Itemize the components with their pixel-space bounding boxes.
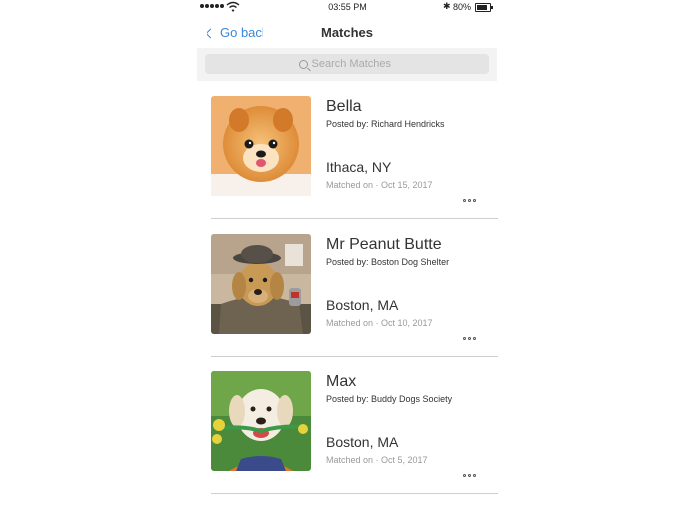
status-time: 03:55 PM	[328, 2, 367, 12]
match-location: Ithaca, NY	[326, 159, 392, 175]
divider	[211, 218, 498, 219]
more-options-icon[interactable]	[463, 337, 476, 340]
navigation-bar: Go back Matches	[197, 18, 497, 48]
match-card[interactable]: Max Posted by: Buddy Dogs Society Boston…	[211, 371, 498, 509]
battery-icon	[475, 3, 493, 12]
match-location: Boston, MA	[326, 434, 399, 450]
match-card[interactable]: Bella Posted by: Richard Hendricks Ithac…	[211, 96, 498, 234]
battery-percent: 80%	[453, 2, 472, 12]
match-date: Matched on · Oct 15, 2017	[326, 180, 433, 190]
bluetooth-icon: ✱	[443, 1, 451, 11]
match-name: Mr Peanut Butter	[326, 236, 441, 253]
match-name: Max	[326, 373, 357, 390]
match-card[interactable]: Mr Peanut Butter Posted by: Boston Dog S…	[211, 234, 498, 372]
puppy-with-toy-photo[interactable]	[211, 371, 311, 471]
labrador-in-hat-photo[interactable]	[211, 234, 311, 334]
match-posted-by: Posted by: Richard Hendricks	[326, 119, 445, 129]
match-location: Boston, MA	[326, 297, 399, 313]
match-name: Bella	[326, 98, 362, 115]
divider	[211, 356, 498, 357]
pomeranian-photo[interactable]	[211, 96, 311, 196]
search-icon	[298, 59, 308, 69]
match-posted-by: Posted by: Boston Dog Shelter	[326, 257, 450, 267]
more-options-icon[interactable]	[463, 474, 476, 477]
match-date: Matched on · Oct 10, 2017	[326, 318, 433, 328]
page-title: Matches	[320, 25, 374, 40]
status-bar: 03:55 PM ✱ 80%	[0, 0, 695, 16]
match-posted-by: Posted by: Buddy Dogs Society	[326, 394, 453, 404]
more-options-icon[interactable]	[463, 199, 476, 202]
match-date: Matched on · Oct 5, 2017	[326, 455, 428, 465]
search-input[interactable]	[311, 58, 396, 70]
search-bar-container	[197, 48, 497, 81]
search-field[interactable]	[205, 54, 489, 74]
